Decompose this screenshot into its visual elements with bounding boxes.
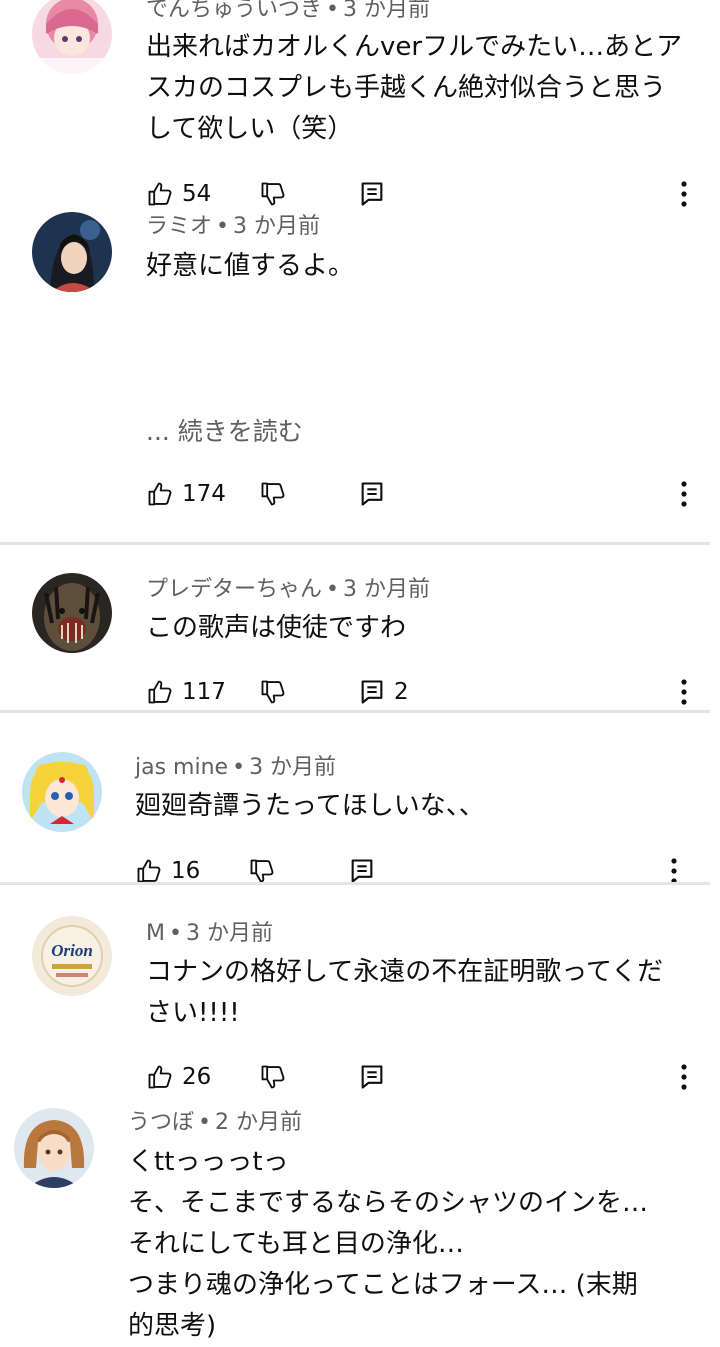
comment-meta: プレデターちゃん • 3 か月前 — [146, 577, 430, 603]
more-vertical-icon — [670, 858, 678, 884]
avatar[interactable] — [22, 752, 102, 832]
avatar-logo-text: Orion — [51, 941, 93, 960]
thumbs-up-icon — [146, 678, 174, 706]
comment-meta: うつぼ • 2 か月前 — [128, 1110, 302, 1136]
read-more-link[interactable]: ... 続きを読む — [146, 412, 303, 448]
like-button[interactable]: 174 — [146, 474, 226, 514]
comment-age: 2 か月前 — [215, 1110, 302, 1135]
comment-age: 3 か月前 — [343, 577, 430, 602]
reply-icon — [358, 1063, 386, 1091]
like-button[interactable]: 117 — [146, 672, 226, 712]
avatar[interactable] — [32, 212, 112, 292]
meta-separator: • — [232, 755, 246, 780]
thumbs-down-icon — [259, 678, 287, 706]
comment-text: この歌声は使徒ですわ — [146, 613, 407, 643]
author-name[interactable]: でんちゅういつき — [146, 0, 322, 22]
more-vertical-icon — [680, 181, 688, 207]
reply-button[interactable] — [348, 851, 384, 891]
comment-actions: 174 — [0, 474, 720, 514]
reply-button[interactable] — [358, 474, 394, 514]
comment-text: 好意に値するよ。 — [146, 251, 355, 281]
reply-icon — [358, 480, 386, 508]
reply-icon — [358, 678, 386, 706]
author-name[interactable]: うつぼ — [128, 1110, 194, 1135]
reply-icon — [358, 180, 386, 208]
avatar[interactable] — [14, 1108, 94, 1188]
more-vertical-icon — [680, 1064, 688, 1090]
comment-actions: 54 — [0, 174, 720, 214]
comment-actions: 117 2 — [0, 672, 720, 712]
comment-text: 出来ればカオルくんverフルでみたい…あとア スカのコスプレも手越くん絶対似合う… — [146, 32, 683, 144]
reply-button[interactable] — [358, 174, 394, 214]
dislike-button[interactable] — [259, 672, 287, 712]
more-actions-button[interactable] — [670, 1057, 698, 1097]
more-actions-button[interactable] — [670, 174, 698, 214]
meta-separator: • — [216, 214, 229, 239]
comment-divider — [0, 542, 710, 545]
dislike-button[interactable] — [259, 174, 287, 214]
author-name[interactable]: プレデターちゃん — [146, 577, 322, 602]
comment-text: コナンの格好して永遠の不在証明歌ってくだ さい!!!! — [146, 957, 664, 1028]
reply-icon — [348, 857, 376, 885]
like-count: 117 — [182, 679, 226, 705]
author-name[interactable]: ラミオ — [146, 214, 212, 239]
avatar[interactable] — [32, 573, 112, 653]
thumbs-up-icon — [135, 857, 163, 885]
comment-meta: jas mine • 3 か月前 — [135, 755, 336, 781]
thumbs-down-icon — [248, 857, 276, 885]
thumbs-down-icon — [259, 180, 287, 208]
dislike-button[interactable] — [259, 474, 287, 514]
avatar[interactable] — [32, 0, 112, 74]
comment-age: 3 か月前 — [343, 0, 430, 22]
thumbs-up-icon — [146, 180, 174, 208]
thumbs-up-icon — [146, 480, 174, 508]
comment-meta: でんちゅういつき • 3 か月前 — [146, 0, 430, 23]
reply-count: 2 — [394, 679, 409, 705]
comment-meta: M • 3 か月前 — [146, 921, 273, 947]
like-button[interactable]: 16 — [135, 851, 200, 891]
like-count: 26 — [182, 1064, 212, 1090]
comment-actions: 16 — [0, 851, 720, 891]
meta-separator: • — [198, 1110, 211, 1135]
comment-divider — [0, 882, 710, 885]
like-count: 54 — [182, 181, 212, 207]
meta-separator: • — [168, 921, 182, 946]
thumbs-down-icon — [259, 1063, 287, 1091]
reply-button[interactable]: 2 — [358, 672, 409, 712]
more-actions-button[interactable] — [660, 851, 688, 891]
like-count: 16 — [171, 858, 201, 884]
more-vertical-icon — [680, 481, 688, 507]
dislike-button[interactable] — [259, 1057, 287, 1097]
comment-age: 3 か月前 — [185, 921, 273, 946]
dislike-button[interactable] — [248, 851, 276, 891]
like-button[interactable]: 26 — [146, 1057, 211, 1097]
more-actions-button[interactable] — [670, 672, 698, 712]
comment-age: 3 か月前 — [233, 214, 320, 239]
reply-button[interactable] — [358, 1057, 394, 1097]
more-actions-button[interactable] — [670, 474, 698, 514]
more-vertical-icon — [680, 679, 688, 705]
author-name[interactable]: M — [146, 921, 165, 946]
like-count: 174 — [182, 481, 226, 507]
thumbs-up-icon — [146, 1063, 174, 1091]
comment-actions: 26 — [0, 1057, 720, 1097]
author-name[interactable]: jas mine — [135, 755, 228, 780]
comment-age: 3 か月前 — [249, 755, 337, 780]
like-button[interactable]: 54 — [146, 174, 211, 214]
comment-text: 廻廻奇譚うたってほしいな、、 — [135, 791, 485, 821]
comment-text: くttっっっtっ そ、そこまでするならそのシャツのインを… それにしても耳と目の… — [128, 1147, 649, 1341]
comment-divider — [0, 710, 710, 713]
meta-separator: • — [326, 0, 339, 22]
meta-separator: • — [326, 577, 339, 602]
thumbs-down-icon — [259, 480, 287, 508]
comment-meta: ラミオ • 3 か月前 — [146, 214, 320, 240]
avatar[interactable]: Orion — [32, 916, 112, 996]
